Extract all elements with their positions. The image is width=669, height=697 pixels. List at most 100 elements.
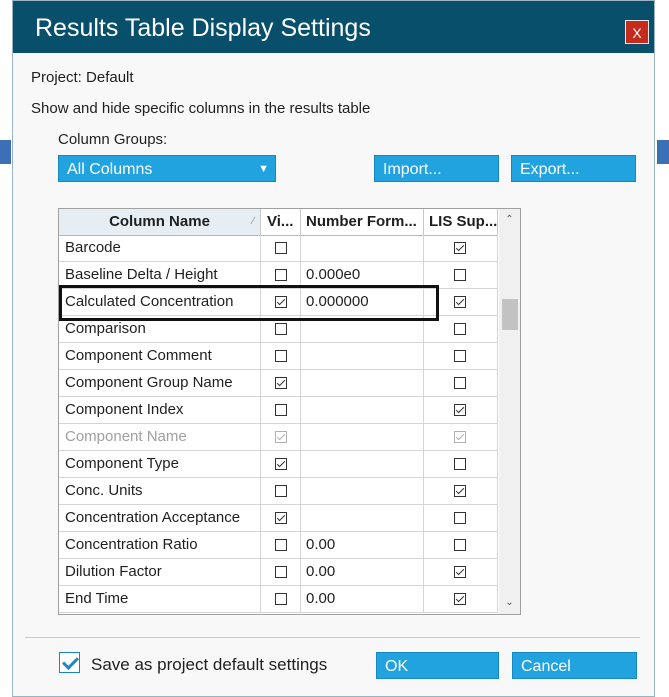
table-row[interactable]: Barcode: [59, 235, 498, 262]
column-name-header[interactable]: Column Name ⁄: [59, 209, 261, 235]
lis-support-checkbox[interactable]: [454, 323, 466, 335]
table-row[interactable]: Concentration Acceptance: [59, 505, 498, 532]
sort-icon: ⁄: [252, 216, 254, 227]
lis-support-cell: [424, 586, 498, 612]
column-name-cell: End Time: [59, 586, 261, 612]
visible-cell: [261, 343, 301, 369]
dialog-titlebar[interactable]: Results Table Display Settings X: [13, 1, 654, 53]
scroll-thumb[interactable]: [502, 299, 518, 330]
visible-checkbox[interactable]: [275, 377, 287, 389]
table-row[interactable]: Conc. Units: [59, 478, 498, 505]
lis-support-checkbox[interactable]: [454, 296, 466, 308]
visible-cell: [261, 478, 301, 504]
column-groups-dropdown[interactable]: All Columns ▼: [58, 155, 276, 182]
lis-support-checkbox[interactable]: [454, 539, 466, 551]
visible-checkbox[interactable]: [275, 458, 287, 470]
lis-support-checkbox[interactable]: [454, 377, 466, 389]
lis-support-checkbox[interactable]: [454, 242, 466, 254]
column-name-cell: Component Comment: [59, 343, 261, 369]
project-label: Project: Default: [31, 69, 134, 86]
lis-support-cell: [424, 559, 498, 585]
column-groups-selected: All Columns: [67, 161, 153, 178]
footer-divider: [25, 637, 640, 638]
visible-cell: [261, 370, 301, 396]
lis-support-checkbox[interactable]: [454, 593, 466, 605]
visible-checkbox[interactable]: [275, 539, 287, 551]
lis-support-checkbox[interactable]: [454, 350, 466, 362]
number-format-cell[interactable]: [301, 505, 424, 531]
lis-support-checkbox[interactable]: [454, 458, 466, 470]
scroll-down-icon[interactable]: ⌄: [499, 594, 520, 612]
lis-support-cell: [424, 424, 498, 450]
cancel-button[interactable]: Cancel: [512, 652, 637, 679]
visible-checkbox[interactable]: [275, 323, 287, 335]
visible-checkbox[interactable]: [275, 566, 287, 578]
row-highlight-box: [59, 285, 439, 321]
visible-checkbox[interactable]: [275, 404, 287, 416]
save-default-label: Save as project default settings: [91, 655, 328, 674]
visible-cell: [261, 505, 301, 531]
table-row[interactable]: Component Group Name: [59, 370, 498, 397]
visible-cell: [261, 586, 301, 612]
column-name-cell: Barcode: [59, 235, 261, 261]
number-format-cell[interactable]: [301, 424, 424, 450]
background-app-right: [655, 0, 669, 697]
number-format-cell[interactable]: [301, 451, 424, 477]
save-default-checkbox[interactable]: [59, 652, 80, 673]
number-format-cell[interactable]: [301, 235, 424, 261]
table-row[interactable]: Component Index: [59, 397, 498, 424]
visible-checkbox[interactable]: [275, 242, 287, 254]
visible-checkbox[interactable]: [275, 485, 287, 497]
lis-support-cell: [424, 478, 498, 504]
visible-checkbox[interactable]: [275, 350, 287, 362]
chevron-down-icon: ▼: [258, 163, 269, 175]
table-row[interactable]: End Time 0.00: [59, 586, 498, 613]
number-format-cell[interactable]: 0.00: [301, 586, 424, 612]
number-format-header[interactable]: Number Form...: [301, 209, 424, 235]
number-format-cell[interactable]: [301, 370, 424, 396]
table-row[interactable]: Concentration Ratio 0.00: [59, 532, 498, 559]
number-format-cell[interactable]: [301, 343, 424, 369]
export-button[interactable]: Export...: [511, 155, 636, 182]
lis-support-checkbox[interactable]: [454, 404, 466, 416]
column-name-cell: Concentration Acceptance: [59, 505, 261, 531]
lis-support-checkbox[interactable]: [454, 485, 466, 497]
vertical-scrollbar[interactable]: ⌃ ⌄: [499, 209, 520, 614]
lis-support-checkbox[interactable]: [454, 512, 466, 524]
ok-button[interactable]: OK: [376, 652, 499, 679]
columns-table: Column Name ⁄ Vi... Number Form... LIS S…: [58, 208, 521, 615]
import-button[interactable]: Import...: [374, 155, 499, 182]
visible-cell: [261, 451, 301, 477]
table-row[interactable]: Component Name: [59, 424, 498, 451]
column-name-cell: Dilution Factor: [59, 559, 261, 585]
number-format-cell[interactable]: [301, 397, 424, 423]
number-format-cell[interactable]: [301, 478, 424, 504]
visible-checkbox: [275, 431, 287, 443]
number-format-cell[interactable]: 0.00: [301, 559, 424, 585]
lis-support-cell: [424, 235, 498, 261]
visible-header[interactable]: Vi...: [261, 209, 301, 235]
column-groups-label: Column Groups:: [58, 131, 168, 148]
lis-support-header[interactable]: LIS Sup...: [424, 209, 498, 235]
description-text: Show and hide specific columns in the re…: [31, 100, 371, 117]
close-button[interactable]: X: [625, 20, 649, 44]
visible-checkbox[interactable]: [275, 269, 287, 281]
scroll-up-icon[interactable]: ⌃: [499, 211, 520, 229]
visible-checkbox[interactable]: [275, 512, 287, 524]
background-app-highlight-right: [657, 140, 669, 164]
column-name-cell: Component Index: [59, 397, 261, 423]
lis-support-cell: [424, 370, 498, 396]
results-table-settings-dialog: Results Table Display Settings X Project…: [12, 0, 655, 697]
column-name-cell: Concentration Ratio: [59, 532, 261, 558]
visible-cell: [261, 424, 301, 450]
lis-support-checkbox[interactable]: [454, 566, 466, 578]
table-row[interactable]: Component Type: [59, 451, 498, 478]
lis-support-cell: [424, 505, 498, 531]
visible-cell: [261, 532, 301, 558]
dialog-title: Results Table Display Settings: [35, 14, 371, 42]
table-row[interactable]: Component Comment: [59, 343, 498, 370]
lis-support-checkbox[interactable]: [454, 269, 466, 281]
table-row[interactable]: Dilution Factor 0.00: [59, 559, 498, 586]
number-format-cell[interactable]: 0.00: [301, 532, 424, 558]
visible-checkbox[interactable]: [275, 593, 287, 605]
